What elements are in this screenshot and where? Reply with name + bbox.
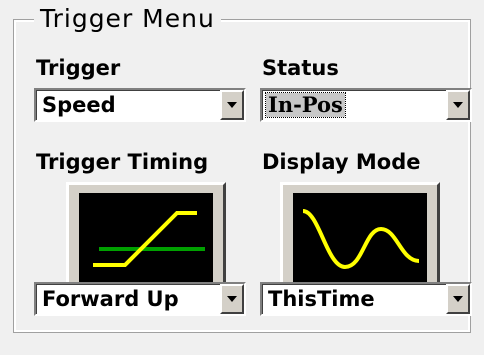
chevron-down-icon — [453, 102, 463, 108]
sine-wave-icon — [302, 209, 420, 270]
trigger-timing-screen — [79, 193, 213, 287]
status-select[interactable]: In-Pos — [260, 88, 472, 122]
trigger-timing-select[interactable]: Forward Up — [34, 282, 246, 316]
chevron-down-icon — [453, 296, 463, 302]
trigger-timing-button[interactable] — [66, 182, 226, 298]
trigger-select[interactable]: Speed — [34, 88, 246, 122]
trigger-select-value: Speed — [42, 93, 116, 117]
trigger-up-curve-icon — [93, 211, 205, 267]
display-mode-screen — [293, 193, 427, 287]
status-dropdown-button[interactable] — [446, 90, 470, 120]
status-label: Status — [262, 56, 339, 80]
status-select-value: In-Pos — [265, 92, 346, 118]
chevron-down-icon — [227, 296, 237, 302]
trigger-timing-label: Trigger Timing — [36, 150, 209, 174]
trigger-timing-select-value: Forward Up — [42, 287, 179, 311]
display-mode-label: Display Mode — [262, 150, 421, 174]
trigger-dropdown-button[interactable] — [220, 90, 244, 120]
display-mode-button[interactable] — [280, 182, 440, 298]
display-mode-dropdown-button[interactable] — [446, 284, 470, 314]
display-mode-select[interactable]: ThisTime — [260, 282, 472, 316]
trigger-label: Trigger — [36, 56, 121, 80]
group-title: Trigger Menu — [34, 4, 221, 34]
trigger-timing-dropdown-button[interactable] — [220, 284, 244, 314]
display-mode-select-value: ThisTime — [268, 287, 375, 311]
chevron-down-icon — [227, 102, 237, 108]
